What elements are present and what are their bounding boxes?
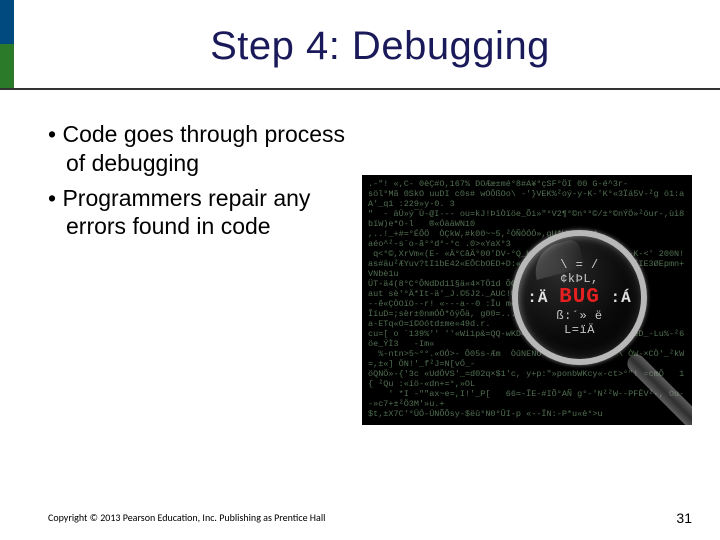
magnifier-icon: \ = / ¢kÞL, :Ä BUG :Á ß:´» ë L=ïÄ — [512, 230, 647, 365]
lens-bug-text: :Ä BUG :Á — [527, 286, 631, 309]
debug-image: .-"! «,C- 0èÇ#O,167% DOÆæ±mé°8#A¥°çSF°ÖI… — [362, 175, 692, 425]
lens-bug-pre: :Ä — [527, 289, 559, 307]
lens-bug-post: :Á — [600, 289, 632, 307]
accent-stripe-top — [0, 0, 14, 44]
lens-text: ß:´» ë — [556, 309, 602, 323]
accent-stripe-bottom — [0, 44, 14, 88]
body-text: Code goes through process of debugging P… — [48, 120, 358, 247]
accent-stripe — [0, 0, 14, 88]
title-divider — [0, 88, 720, 90]
lens-bug-word: BUG — [559, 286, 600, 309]
bullet-item: Programmers repair any errors found in c… — [48, 184, 358, 242]
bullet-item: Code goes through process of debugging — [48, 120, 358, 178]
lens-text: \ = / — [560, 258, 599, 272]
magnifier-lens: \ = / ¢kÞL, :Ä BUG :Á ß:´» ë L=ïÄ — [512, 230, 647, 365]
slide-title: Step 4: Debugging — [160, 24, 600, 69]
copyright-text: Copyright © 2013 Pearson Education, Inc.… — [48, 511, 325, 524]
page-number: 31 — [676, 510, 692, 526]
bullet-list: Code goes through process of debugging P… — [48, 120, 358, 241]
lens-text: ¢kÞL, — [560, 272, 599, 286]
slide: Step 4: Debugging Code goes through proc… — [0, 0, 720, 540]
lens-text: L=ïÄ — [564, 323, 595, 337]
